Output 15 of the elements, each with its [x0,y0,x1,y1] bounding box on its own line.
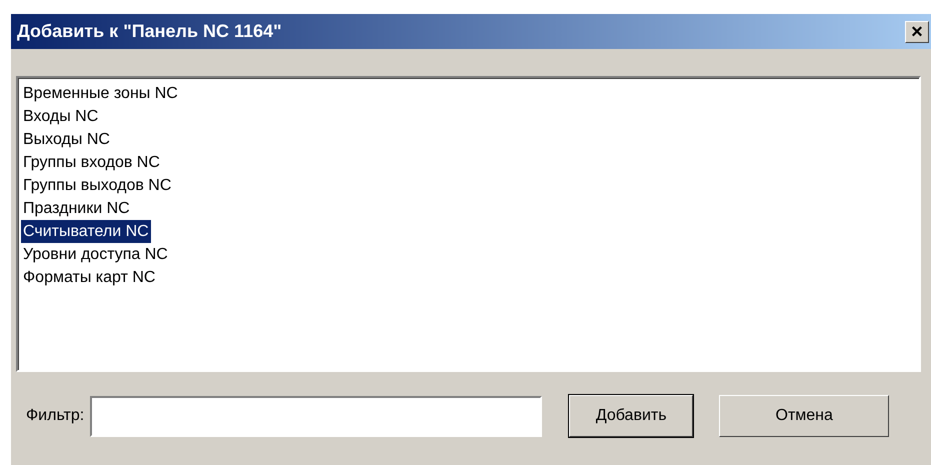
list-item[interactable]: Форматы карт NC [21,266,158,289]
filter-label: Фильтр: [26,407,84,425]
dialog-button[interactable]: Отмена [719,395,890,437]
dialog-button[interactable]: Добавить [569,395,694,437]
list-item[interactable]: Входы NC [21,105,100,128]
list-item[interactable]: Временные зоны NC [21,82,180,105]
list-item[interactable]: Праздники NC [21,197,132,220]
list-item[interactable]: Выходы NC [21,128,112,151]
filter-field[interactable] [90,396,542,436]
list-item[interactable]: Уровни доступа NC [21,243,170,266]
list-item[interactable]: Группы выходов NC [21,174,174,197]
list-item[interactable]: Считыватели NC [21,220,151,243]
window-title: Добавить к "Панель NC 1164" [17,21,282,42]
close-button[interactable]: × [905,20,929,42]
list-item[interactable]: Группы входов NC [21,151,162,174]
